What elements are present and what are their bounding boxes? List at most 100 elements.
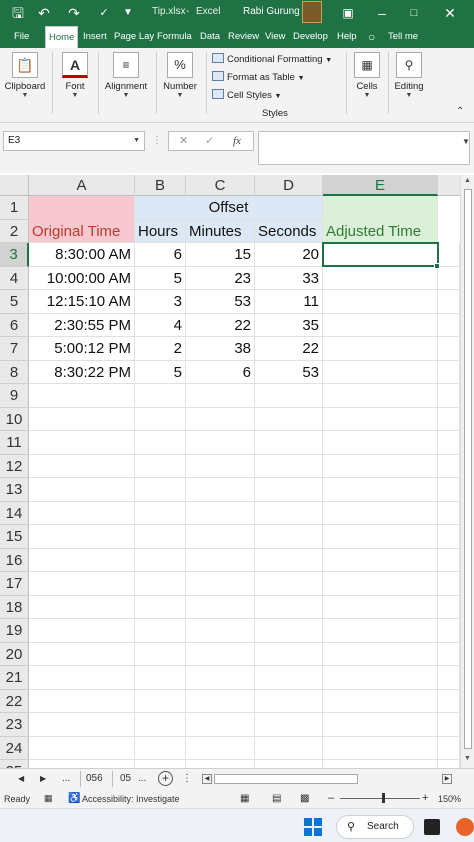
- seconds-cell[interactable]: 35: [255, 313, 323, 337]
- scroll-right-icon[interactable]: ▶: [442, 774, 452, 784]
- scroll-left-icon[interactable]: ◀: [202, 774, 212, 784]
- more-sheets-right[interactable]: ...: [138, 773, 146, 784]
- empty-cell[interactable]: [438, 595, 460, 619]
- row-header-14[interactable]: 14: [0, 501, 29, 525]
- empty-cell[interactable]: [323, 572, 438, 596]
- adjusted-time-cell[interactable]: [323, 266, 438, 290]
- empty-cell[interactable]: [29, 736, 135, 760]
- empty-cell[interactable]: [29, 525, 135, 549]
- empty-cell[interactable]: [29, 689, 135, 713]
- empty-cell[interactable]: [323, 384, 438, 408]
- original-time-cell[interactable]: 8:30:00 AM: [29, 243, 135, 267]
- empty-cell[interactable]: [29, 501, 135, 525]
- zoom-out-icon[interactable]: –: [328, 792, 334, 804]
- empty-cell[interactable]: [438, 407, 460, 431]
- select-all-corner[interactable]: [0, 175, 29, 196]
- cells-group[interactable]: ▦ Cells ▼: [350, 48, 384, 118]
- adjusted-time-cell[interactable]: [323, 360, 438, 384]
- row-header-23[interactable]: 23: [0, 713, 29, 737]
- empty-cell[interactable]: [135, 666, 186, 690]
- tab-formulas[interactable]: Formula: [157, 26, 192, 48]
- hours-cell[interactable]: 5: [135, 266, 186, 290]
- empty-cell[interactable]: [323, 713, 438, 737]
- empty-cell[interactable]: [323, 619, 438, 643]
- empty-cell[interactable]: [255, 619, 323, 643]
- empty-cell[interactable]: [186, 548, 255, 572]
- original-time-cell[interactable]: 12:15:10 AM: [29, 290, 135, 314]
- original-time-cell[interactable]: 10:00:00 AM: [29, 266, 135, 290]
- empty-cell[interactable]: [135, 760, 186, 768]
- ribbon-display-icon[interactable]: ▣: [338, 3, 358, 23]
- task-view-icon[interactable]: [424, 819, 440, 835]
- empty-cell[interactable]: [438, 478, 460, 502]
- empty-cell[interactable]: [29, 548, 135, 572]
- row-header-17[interactable]: 17: [0, 572, 29, 596]
- empty-cell[interactable]: [255, 689, 323, 713]
- tab-home[interactable]: Home: [45, 26, 79, 48]
- empty-cell[interactable]: [438, 454, 460, 478]
- row-header-10[interactable]: 10: [0, 407, 29, 431]
- row-header-21[interactable]: 21: [0, 666, 29, 690]
- empty-cell[interactable]: [438, 642, 460, 666]
- row-header-9[interactable]: 9: [0, 384, 29, 408]
- empty-cell[interactable]: [135, 454, 186, 478]
- empty-cell[interactable]: [255, 407, 323, 431]
- windows-start-icon[interactable]: [304, 818, 322, 836]
- empty-cell[interactable]: [323, 407, 438, 431]
- empty-cell[interactable]: [255, 501, 323, 525]
- empty-cell[interactable]: [255, 736, 323, 760]
- hours-cell[interactable]: 5: [135, 360, 186, 384]
- editing-group[interactable]: ⚲ Editing ▼: [390, 48, 428, 118]
- minutes-cell[interactable]: 38: [186, 337, 255, 361]
- empty-cell[interactable]: [323, 736, 438, 760]
- empty-cell[interactable]: [255, 525, 323, 549]
- empty-cell[interactable]: [186, 595, 255, 619]
- format-as-table-button[interactable]: Format as Table ▼: [212, 70, 305, 86]
- empty-cell[interactable]: [186, 525, 255, 549]
- row-header-7[interactable]: 7: [0, 337, 29, 361]
- empty-cell[interactable]: [323, 689, 438, 713]
- row-header-6[interactable]: 6: [0, 313, 29, 337]
- hours-cell[interactable]: 4: [135, 313, 186, 337]
- insert-function-icon[interactable]: fx: [233, 132, 241, 150]
- seconds-cell[interactable]: 22: [255, 337, 323, 361]
- empty-cell[interactable]: [323, 666, 438, 690]
- empty-cell[interactable]: [135, 736, 186, 760]
- horizontal-scrollbar[interactable]: [214, 774, 358, 784]
- column-header-a[interactable]: A: [29, 175, 135, 196]
- empty-cell[interactable]: [186, 760, 255, 768]
- seconds-header[interactable]: Seconds: [255, 219, 323, 243]
- save-icon[interactable]: 🖫: [8, 3, 28, 23]
- empty-cell[interactable]: [29, 384, 135, 408]
- tab-help[interactable]: Help: [337, 26, 357, 48]
- empty-cell[interactable]: [323, 642, 438, 666]
- row-header-15[interactable]: 15: [0, 525, 29, 549]
- empty-cell[interactable]: [186, 619, 255, 643]
- maximize-icon[interactable]: □: [404, 3, 424, 23]
- empty-cell[interactable]: [186, 642, 255, 666]
- empty-cell[interactable]: [323, 431, 438, 455]
- empty-cell[interactable]: [29, 666, 135, 690]
- adjusted-time-header[interactable]: Adjusted Time: [323, 219, 438, 243]
- original-time-cell[interactable]: 8:30:22 PM: [29, 360, 135, 384]
- empty-cell[interactable]: [255, 454, 323, 478]
- scroll-tabs-right-icon[interactable]: ▶: [40, 774, 46, 783]
- close-icon[interactable]: ✕: [440, 3, 460, 23]
- minutes-cell[interactable]: 6: [186, 360, 255, 384]
- empty-cell[interactable]: [186, 478, 255, 502]
- collapse-ribbon-icon[interactable]: ⌃: [456, 106, 464, 117]
- empty-cell[interactable]: [255, 431, 323, 455]
- empty-cell[interactable]: [438, 243, 460, 267]
- row-header-4[interactable]: 4: [0, 266, 29, 290]
- row-header-18[interactable]: 18: [0, 595, 29, 619]
- minimize-icon[interactable]: –: [372, 3, 392, 23]
- selected-cell-e3[interactable]: [322, 242, 439, 267]
- name-box[interactable]: E3 ▼: [3, 131, 145, 151]
- spelling-icon[interactable]: ✓: [94, 3, 114, 23]
- empty-cell[interactable]: [135, 689, 186, 713]
- zoom-level[interactable]: 150%: [438, 794, 461, 804]
- minutes-cell[interactable]: 23: [186, 266, 255, 290]
- tab-insert[interactable]: Insert: [83, 26, 107, 48]
- seconds-cell[interactable]: 20: [255, 243, 323, 267]
- zoom-slider[interactable]: [340, 798, 420, 799]
